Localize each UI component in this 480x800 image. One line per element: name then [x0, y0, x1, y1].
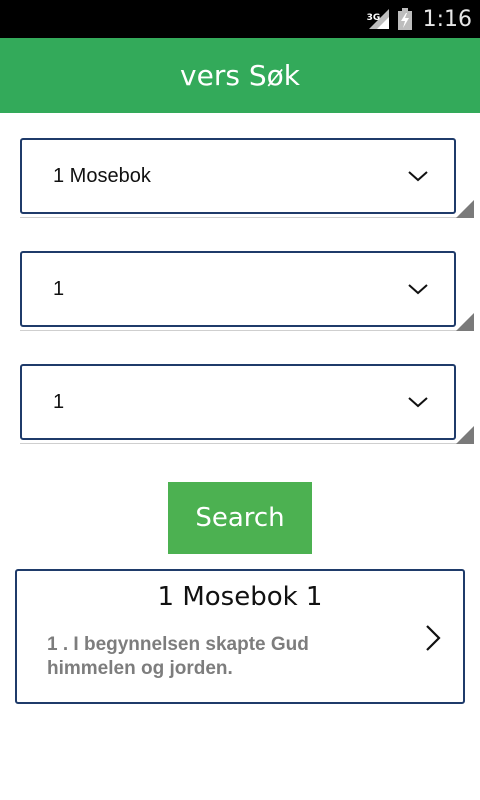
- divider: [20, 330, 474, 331]
- app-title: vers Søk: [180, 59, 300, 92]
- verse-select-value: 1: [53, 390, 65, 413]
- clock: 1:16: [422, 6, 472, 32]
- search-button[interactable]: Search: [168, 482, 312, 554]
- signal-icon: 3G: [367, 7, 391, 31]
- verse-select-box[interactable]: 1: [20, 364, 456, 440]
- chevron-down-icon: [408, 397, 428, 408]
- spinner-corner-icon: [456, 200, 474, 218]
- result-verse-text: 1 . I begynnelsen skapte Gud himmelen og…: [47, 634, 309, 679]
- chapter-select[interactable]: 1: [20, 251, 474, 333]
- chevron-right-icon[interactable]: [421, 623, 445, 653]
- result-card[interactable]: 1 Mosebok 1 1 . I begynnelsen skapte Gud…: [15, 569, 465, 704]
- network-type-label: 3G: [366, 13, 381, 23]
- spinner-corner-icon: [456, 313, 474, 331]
- verse-select[interactable]: 1: [20, 364, 474, 446]
- chapter-select-box[interactable]: 1: [20, 251, 456, 327]
- divider: [20, 443, 474, 444]
- book-select-box[interactable]: 1 Mosebok: [20, 138, 456, 214]
- battery-icon: [397, 7, 413, 31]
- result-title: 1 Mosebok 1: [157, 582, 323, 612]
- divider: [20, 217, 474, 218]
- app-bar: vers Søk: [0, 38, 480, 113]
- status-bar: 3G 1:16: [0, 0, 480, 38]
- chapter-select-value: 1: [53, 277, 65, 300]
- book-select[interactable]: 1 Mosebok: [20, 138, 474, 220]
- chevron-down-icon: [408, 171, 428, 182]
- spinner-corner-icon: [456, 426, 474, 444]
- book-select-value: 1 Mosebok: [53, 164, 151, 187]
- chevron-down-icon: [408, 284, 428, 295]
